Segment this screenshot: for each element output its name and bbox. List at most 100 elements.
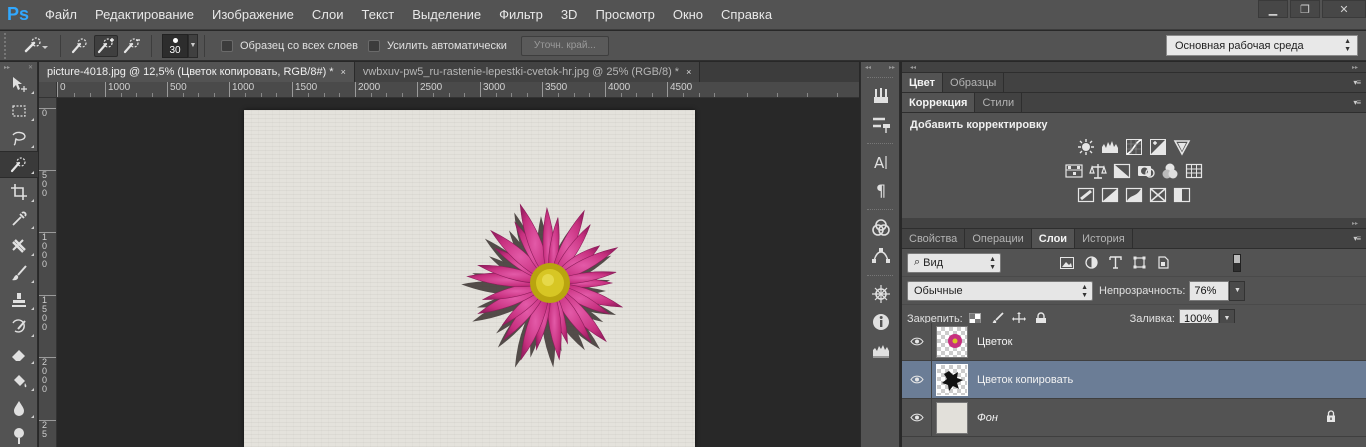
options-grip[interactable] <box>4 32 18 59</box>
close-tab-icon[interactable]: × <box>686 67 691 77</box>
visibility-eye-icon[interactable] <box>902 398 932 437</box>
layer-filter-kind-select[interactable]: ⌕ Вид ▲ ▼ <box>907 252 1001 273</box>
brush-tool[interactable] <box>0 259 38 286</box>
filter-shape-icon[interactable] <box>1129 253 1149 273</box>
color-channels-icon[interactable] <box>861 214 901 242</box>
blend-mode-select[interactable]: Обычные ▲ ▼ <box>907 280 1093 301</box>
eyedropper-tool[interactable] <box>0 205 38 232</box>
add-to-selection-icon[interactable] <box>94 34 118 57</box>
black-white-icon[interactable] <box>1111 161 1133 181</box>
brush-presets-icon[interactable] <box>861 82 901 110</box>
panel-grip[interactable]: ▸▸ <box>902 218 1366 229</box>
tools-grip[interactable]: ▸▸ ✕ <box>0 62 37 71</box>
curves-icon[interactable] <box>1123 137 1145 157</box>
invert-icon[interactable] <box>1075 185 1097 205</box>
tool-preset-picker[interactable] <box>18 34 54 58</box>
color-balance-icon[interactable] <box>1087 161 1109 181</box>
marquee-tool[interactable] <box>0 97 38 124</box>
tab-swatches[interactable]: Образцы <box>943 73 1005 92</box>
threshold-icon[interactable] <box>1123 185 1145 205</box>
layer-row-flower-copy[interactable]: Цветок копировать <box>902 360 1366 399</box>
layer-row-flower[interactable]: Цветок <box>902 322 1366 361</box>
sample-all-layers-checkbox[interactable]: Образец со всех слоев <box>221 39 358 52</box>
panel-grip[interactable]: ◂◂ ▸▸ <box>902 62 1366 73</box>
tab-layers[interactable]: Слои <box>1031 229 1076 248</box>
menu-image[interactable]: Изображение <box>203 0 303 30</box>
auto-enhance-checkbox[interactable]: Усилить автоматически <box>367 39 507 52</box>
brush-picker-dropdown[interactable]: ▼ <box>188 33 198 58</box>
tab-color[interactable]: Цвет <box>902 73 944 92</box>
tab-adjustments[interactable]: Коррекция <box>902 93 976 112</box>
brightness-contrast-icon[interactable] <box>1075 137 1097 157</box>
tab-history[interactable]: История <box>1075 229 1133 248</box>
vertical-ruler[interactable]: 0 5 0 0 1 0 0 0 1 5 0 0 2 0 0 0 2 5 <box>39 98 57 447</box>
canvas-pasteboard[interactable] <box>58 99 859 447</box>
dodge-tool[interactable] <box>0 421 38 447</box>
restore-button[interactable]: ❐ <box>1290 0 1320 18</box>
layer-row-background[interactable]: Фон <box>902 398 1366 437</box>
info-icon[interactable] <box>861 308 901 336</box>
opacity-input[interactable]: 76% <box>1189 280 1230 301</box>
menu-edit[interactable]: Редактирование <box>86 0 203 30</box>
paint-bucket-tool[interactable] <box>0 367 38 394</box>
menu-select[interactable]: Выделение <box>403 0 490 30</box>
close-tab-icon[interactable]: × <box>341 67 346 77</box>
crop-tool[interactable] <box>0 178 38 205</box>
panel-menu-icon[interactable]: ▾≡ <box>1353 234 1361 243</box>
menu-filter[interactable]: Фильтр <box>490 0 552 30</box>
ruler-corner[interactable] <box>39 82 57 98</box>
lasso-tool[interactable] <box>0 124 38 151</box>
filter-pixel-icon[interactable] <box>1057 253 1077 273</box>
posterize-icon[interactable] <box>1099 185 1121 205</box>
hue-saturation-icon[interactable] <box>1063 161 1085 181</box>
brush-size-preview[interactable]: 30 <box>162 33 188 58</box>
color-lookup-icon[interactable] <box>1183 161 1205 181</box>
menu-type[interactable]: Текст <box>353 0 404 30</box>
tab-document-1[interactable]: picture-4018.jpg @ 12,5% (Цветок копиров… <box>39 62 355 82</box>
visibility-eye-icon[interactable] <box>902 360 932 399</box>
character-icon[interactable]: A <box>861 148 901 176</box>
panel-menu-icon[interactable]: ▾≡ <box>1353 78 1361 87</box>
channel-mixer-icon[interactable] <box>1159 161 1181 181</box>
exposure-icon[interactable] <box>1147 137 1169 157</box>
quick-selection-tool[interactable] <box>0 151 38 178</box>
navigator-icon[interactable] <box>861 280 901 308</box>
filter-toggle-switch[interactable] <box>1233 253 1241 272</box>
document-canvas[interactable] <box>244 110 695 447</box>
paths-icon[interactable] <box>861 242 901 270</box>
checkbox-box[interactable] <box>221 39 233 52</box>
filter-type-icon[interactable] <box>1105 253 1125 273</box>
horizontal-ruler[interactable]: 0 1000 500 1000 1500 2000 2500 3000 3500… <box>57 82 859 98</box>
menu-window[interactable]: Окно <box>664 0 712 30</box>
vibrance-icon[interactable] <box>1171 137 1193 157</box>
history-brush-tool[interactable] <box>0 313 38 340</box>
menu-layer[interactable]: Слои <box>303 0 353 30</box>
histogram-icon[interactable] <box>861 336 901 364</box>
brush-settings-icon[interactable] <box>861 110 901 138</box>
tab-styles[interactable]: Стили <box>975 93 1023 112</box>
tab-actions[interactable]: Операции <box>965 229 1032 248</box>
filter-smart-object-icon[interactable] <box>1153 253 1173 273</box>
close-button[interactable]: ✕ <box>1322 0 1366 18</box>
clone-stamp-tool[interactable] <box>0 286 38 313</box>
visibility-eye-icon[interactable] <box>902 322 932 361</box>
menu-file[interactable]: Файл <box>36 0 86 30</box>
photo-filter-icon[interactable] <box>1135 161 1157 181</box>
new-selection-icon[interactable] <box>68 35 92 57</box>
strip-grip[interactable]: ◂◂ ▸▸ <box>861 62 899 72</box>
healing-brush-tool[interactable] <box>0 232 38 259</box>
tab-properties[interactable]: Свойства <box>902 229 966 248</box>
filter-adjustment-icon[interactable] <box>1081 253 1101 273</box>
selective-color-icon[interactable] <box>1171 185 1193 205</box>
minimize-button[interactable]: ▁ <box>1258 0 1288 18</box>
refine-edge-button[interactable]: Уточн. край... <box>520 35 609 56</box>
move-tool[interactable] <box>0 70 38 97</box>
subtract-from-selection-icon[interactable] <box>120 35 144 57</box>
workspace-select[interactable]: Основная рабочая среда ▲ ▼ <box>1166 35 1358 56</box>
levels-icon[interactable] <box>1099 137 1121 157</box>
menu-view[interactable]: Просмотр <box>586 0 663 30</box>
opacity-dropdown[interactable]: ▼ <box>1229 280 1246 301</box>
gradient-map-icon[interactable] <box>1147 185 1169 205</box>
menu-help[interactable]: Справка <box>712 0 781 30</box>
checkbox-box[interactable] <box>367 39 380 52</box>
